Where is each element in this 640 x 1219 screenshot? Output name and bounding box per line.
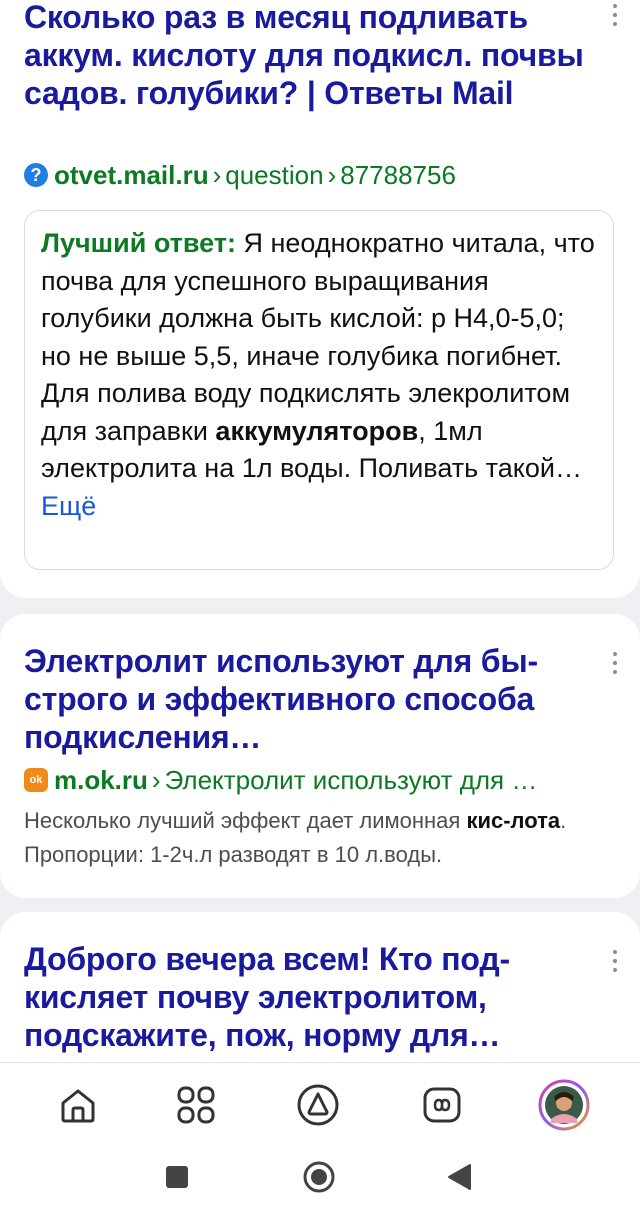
profile-avatar[interactable] <box>538 1079 590 1131</box>
source-path: question <box>225 160 324 190</box>
result-title[interactable]: Сколько раз в месяц подливать аккум. кис… <box>24 0 584 112</box>
more-options-icon[interactable] <box>610 950 620 977</box>
recents-square-icon[interactable] <box>165 1165 189 1189</box>
answer-text: Я неоднократно читала, что почва для усп… <box>41 228 595 446</box>
breadcrumb-separator-icon: › <box>212 160 222 190</box>
breadcrumb-separator-icon: › <box>327 160 337 190</box>
result-title-link[interactable]: Электролит используют для бы-строго и эф… <box>24 643 538 755</box>
result-title-link[interactable]: Доброго вечера всем! Кто под-кисляет поч… <box>24 941 510 1053</box>
more-options-icon[interactable] <box>610 652 620 679</box>
answer-highlight: аккумуляторов <box>215 415 419 446</box>
search-result-card: Электролит используют для бы-строго и эф… <box>0 614 640 898</box>
back-triangle-icon[interactable] <box>446 1163 472 1191</box>
tabs-icon[interactable] <box>420 1083 464 1127</box>
source-path: Электролит используют для … <box>164 765 538 795</box>
home-circle-icon[interactable] <box>302 1160 336 1194</box>
services-grid-icon[interactable] <box>174 1083 218 1127</box>
best-answer-box: Лучший ответ: Я неоднократно читала, что… <box>24 210 614 570</box>
ok-favicon-icon <box>24 768 48 792</box>
result-title-link[interactable]: Сколько раз в месяц подливать аккум. кис… <box>24 0 584 111</box>
result-title[interactable]: Электролит используют для бы-строго и эф… <box>24 642 584 756</box>
result-source[interactable]: m.ok.ru›Электролит используют для … <box>24 764 614 796</box>
search-result-card: Доброго вечера всем! Кто под-кисляет поч… <box>0 912 640 1072</box>
snippet-text: Несколько лучший эффект дает лимонная <box>24 808 467 833</box>
otvet-mail-favicon-icon <box>24 163 48 187</box>
bottom-navigation-bar <box>0 1062 640 1219</box>
source-host: m.ok.ru <box>54 765 148 795</box>
result-source[interactable]: otvet.mail.ru›question›87788756 <box>24 159 614 191</box>
alice-assistant-icon[interactable] <box>296 1083 340 1127</box>
snippet-highlight: кис-лота <box>466 808 561 833</box>
breadcrumb-separator-icon: › <box>151 765 161 795</box>
source-host: otvet.mail.ru <box>54 160 209 190</box>
home-icon[interactable] <box>56 1083 100 1127</box>
result-snippet: Несколько лучший эффект дает лимонная ки… <box>24 804 614 872</box>
source-path: 87788756 <box>340 160 456 190</box>
more-options-icon[interactable] <box>610 4 620 31</box>
result-title[interactable]: Доброго вечера всем! Кто под-кисляет поч… <box>24 940 584 1054</box>
search-result-card: Сколько раз в месяц подливать аккум. кис… <box>0 0 640 598</box>
best-answer-label: Лучший ответ: <box>41 228 236 258</box>
more-link[interactable]: Ещё <box>41 491 96 521</box>
